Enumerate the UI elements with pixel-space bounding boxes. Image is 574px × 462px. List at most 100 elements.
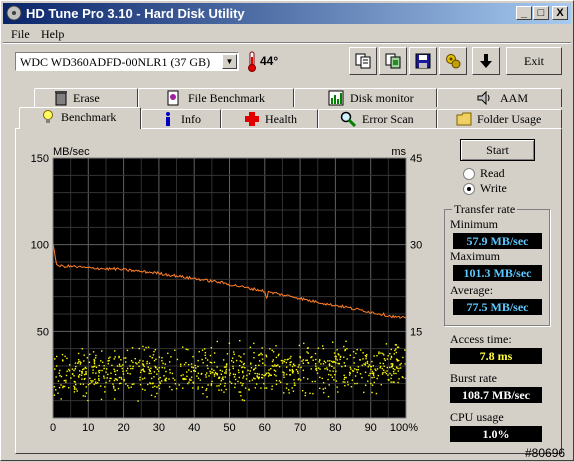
access-time-point: [386, 366, 389, 369]
minimum-label: Minimum: [450, 217, 499, 231]
access-time-point: [301, 360, 303, 362]
access-time-point: [99, 369, 101, 372]
access-time-point: [397, 359, 400, 362]
access-time-point: [344, 376, 346, 379]
access-time-point: [273, 365, 275, 367]
access-time-point: [114, 373, 117, 376]
access-time-point: [328, 384, 330, 386]
access-time-point: [273, 369, 276, 371]
access-time-point: [248, 380, 251, 382]
access-time-point: [134, 357, 136, 360]
access-time-point: [204, 351, 207, 354]
access-time-point: [323, 360, 325, 362]
access-time-point: [108, 357, 110, 360]
access-time-point: [116, 369, 118, 372]
access-time-point: [298, 364, 300, 366]
access-time-point: [241, 370, 244, 373]
access-time-point: [213, 352, 216, 354]
access-time-point: [113, 387, 115, 389]
access-time-point: [93, 365, 96, 367]
access-time-point: [271, 365, 274, 367]
read-radio[interactable]: [463, 168, 475, 180]
access-time-point: [390, 363, 392, 365]
access-time-point: [126, 367, 129, 370]
access-time-point: [327, 395, 330, 398]
access-time-point: [390, 377, 392, 380]
access-time-point: [84, 395, 86, 397]
access-time-point: [275, 379, 278, 382]
access-time-point: [73, 388, 76, 390]
access-time-point: [182, 378, 184, 380]
access-time-point: [68, 368, 70, 371]
access-time-point: [113, 368, 115, 371]
access-time-point: [366, 362, 369, 364]
access-time-point: [389, 366, 391, 369]
access-time-point: [375, 369, 377, 372]
access-time-point: [285, 361, 287, 364]
access-time-point: [304, 392, 307, 394]
access-time-point: [328, 365, 331, 367]
access-time-point: [312, 392, 314, 395]
access-time-point: [56, 355, 58, 358]
access-time-point: [171, 389, 173, 391]
access-time-point: [335, 370, 337, 373]
access-time-point: [139, 371, 142, 374]
access-time-point: [249, 346, 252, 349]
access-time-point: [291, 365, 294, 368]
access-time-point: [283, 392, 285, 394]
access-time-point: [371, 391, 373, 394]
access-time-point: [61, 359, 64, 361]
x-tick: 60: [259, 422, 271, 434]
access-time-point: [206, 372, 208, 374]
access-time-point: [168, 386, 171, 388]
start-button[interactable]: Start: [460, 139, 535, 161]
access-time-point: [320, 363, 322, 365]
access-time-point: [156, 373, 158, 375]
cpu-usage-value: 1.0%: [450, 426, 542, 442]
access-time-point: [225, 370, 227, 372]
write-radio[interactable]: [463, 183, 475, 195]
write-radio-label[interactable]: Write: [480, 181, 507, 196]
access-time-point: [187, 363, 190, 366]
access-time-point: [286, 383, 288, 385]
access-time-point: [265, 354, 267, 357]
access-time-point: [85, 392, 88, 394]
access-time-point: [234, 383, 236, 385]
access-time-point: [99, 385, 102, 387]
access-time-point: [196, 375, 198, 377]
access-time-point: [202, 392, 204, 395]
tab-benchmark[interactable]: Benchmark: [19, 107, 141, 129]
access-time-point: [396, 360, 399, 362]
access-time-point: [302, 362, 304, 364]
access-time-point: [351, 379, 354, 381]
access-time-point: [241, 361, 243, 363]
access-time-point: [355, 369, 358, 371]
access-time-point: [299, 355, 301, 358]
access-time-point: [335, 358, 337, 360]
access-time-point: [163, 375, 165, 377]
access-time-point: [333, 367, 335, 369]
access-time-point: [243, 399, 245, 402]
access-time-point: [138, 365, 140, 367]
access-time-point: [122, 373, 125, 375]
access-time-point: [62, 385, 64, 387]
watermark: #80696: [525, 446, 566, 460]
access-time-point: [118, 363, 121, 365]
access-time-point: [67, 386, 70, 389]
access-time-point: [97, 370, 100, 372]
read-radio-label[interactable]: Read: [480, 166, 505, 181]
access-time-point: [167, 352, 169, 355]
access-time-point: [180, 374, 182, 377]
access-time-point: [263, 382, 265, 385]
access-time-point: [310, 368, 312, 370]
access-time-point: [113, 398, 116, 400]
access-time-point: [87, 383, 90, 386]
access-time-point: [154, 385, 156, 388]
access-time-point: [55, 389, 57, 391]
access-time-point: [352, 350, 355, 353]
access-time-point: [85, 371, 87, 373]
access-time-point: [345, 340, 347, 342]
access-time-point: [192, 387, 194, 389]
x-tick: 70: [294, 422, 306, 434]
access-time-point: [232, 373, 235, 375]
